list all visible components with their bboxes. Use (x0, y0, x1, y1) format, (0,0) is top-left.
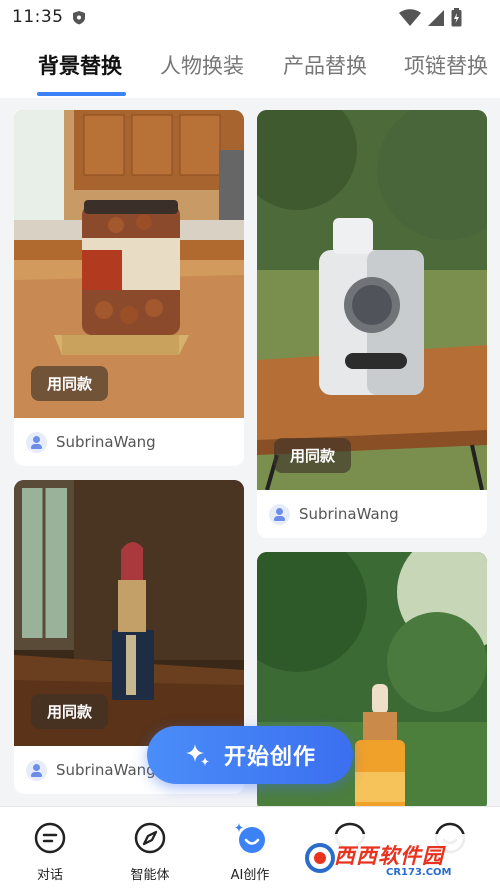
nav-label: 智能体 (130, 868, 170, 883)
feed-column-left: 用同款 SubrinaWang 用同款 SubrinaWang (14, 110, 244, 806)
start-creating-label: 开始创作 (223, 745, 316, 770)
category-tabs: 背景替换 人物换装 产品替换 项链替换 (0, 36, 500, 98)
site-watermark: 西西软件园 CR173.COM (300, 834, 482, 882)
card-image[interactable]: 用同款 (14, 110, 244, 418)
signal-icon (428, 9, 444, 26)
author-name: SubrinaWang (56, 761, 156, 779)
sparkle-icon (185, 744, 209, 766)
template-card[interactable]: 用同款 SubrinaWang (14, 110, 244, 466)
status-bar: 11:35 (0, 0, 500, 36)
nav-item-agents[interactable]: 智能体 (110, 821, 190, 883)
start-creating-button[interactable]: 开始创作 (147, 726, 353, 784)
tab-product-replace[interactable]: 产品替换 (283, 50, 367, 80)
user-avatar-icon (26, 431, 47, 453)
active-tab-indicator (37, 92, 126, 96)
system-icons (399, 8, 462, 27)
use-same-button[interactable]: 用同款 (31, 694, 109, 729)
card-image[interactable]: 用同款 (14, 480, 244, 746)
tab-background-replace[interactable]: 背景替换 (38, 50, 122, 80)
nav-item-chat[interactable]: 对话 (10, 821, 90, 883)
card-image[interactable]: 用同款 (257, 110, 487, 490)
card-author[interactable]: SubrinaWang (14, 418, 244, 466)
template-feed[interactable]: 用同款 SubrinaWang 用同款 SubrinaWang 用同款 Subr… (0, 98, 500, 806)
user-avatar-icon (26, 759, 47, 781)
watermark-subtext: CR173.COM (386, 867, 452, 878)
feed-column-right: 用同款 SubrinaWang (257, 110, 487, 806)
card-author[interactable]: SubrinaWang (257, 490, 487, 538)
watermark-logo-icon (305, 843, 335, 873)
battery-icon (451, 8, 462, 27)
chat-icon (34, 822, 66, 854)
shield-icon (73, 11, 85, 25)
status-time: 11:35 (12, 7, 64, 27)
author-name: SubrinaWang (299, 505, 399, 523)
nav-item-ai-create[interactable]: AI创作 (210, 821, 290, 883)
tab-necklace-replace[interactable]: 项链替换 (404, 50, 488, 80)
author-name: SubrinaWang (56, 433, 156, 451)
template-card[interactable]: 用同款 SubrinaWang (257, 110, 487, 538)
nav-label: 对话 (36, 868, 63, 883)
use-same-button[interactable]: 用同款 (274, 438, 352, 473)
watermark-text: 西西软件园 (334, 844, 444, 868)
compass-icon (134, 822, 166, 854)
ai-create-icon (235, 823, 265, 853)
nav-label: AI创作 (230, 868, 270, 883)
device-on-table-image (257, 110, 487, 490)
tab-outfit-change[interactable]: 人物换装 (160, 50, 244, 80)
wifi-icon (399, 8, 421, 26)
user-avatar-icon (269, 503, 290, 525)
use-same-button[interactable]: 用同款 (31, 366, 109, 401)
